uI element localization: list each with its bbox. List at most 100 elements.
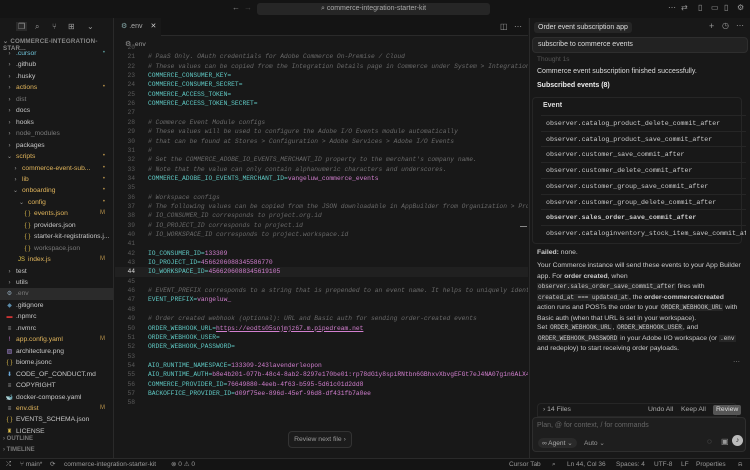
review-button[interactable]: Review bbox=[713, 405, 742, 415]
tree-item[interactable]: ▬ .npmrc bbox=[0, 311, 113, 322]
line-number: 50 bbox=[127, 324, 135, 332]
files-toggle[interactable]: › 14 Files bbox=[543, 404, 571, 416]
text-run: order created bbox=[564, 272, 608, 280]
tree-item[interactable]: ◆ .gitignore bbox=[0, 300, 113, 311]
chevron-down-icon[interactable]: ⌄ bbox=[87, 22, 94, 31]
tab-env[interactable]: ⚙ .env ✕ bbox=[115, 18, 161, 36]
chat-title[interactable]: Order event subscription app bbox=[534, 22, 632, 33]
encoding[interactable]: UTF-8 bbox=[654, 459, 672, 470]
tree-item[interactable]: › hooks bbox=[0, 117, 113, 128]
outline-section[interactable]: › OUTLINE bbox=[3, 436, 33, 442]
tree-item[interactable]: ≡ .nvmrc bbox=[0, 323, 113, 334]
tree-item[interactable]: ! app.config.yaml M bbox=[0, 334, 113, 345]
text-run: order-commerce/created bbox=[644, 293, 724, 301]
microphone-icon[interactable]: ♪ bbox=[732, 435, 743, 446]
tree-item[interactable]: { } providers.json bbox=[0, 220, 113, 231]
code-line: 38 # IO_CONSUMER_ID corresponds to projec… bbox=[115, 211, 528, 220]
tree-item[interactable]: ≡ env.dist M bbox=[0, 403, 113, 414]
zoom-icon[interactable]: ⌕ bbox=[552, 459, 556, 470]
tree-item[interactable]: ⌄ onboarding • bbox=[0, 185, 113, 196]
message-more-icon[interactable]: ⋯ bbox=[733, 358, 740, 366]
tree-item[interactable]: ⌄ scripts • bbox=[0, 151, 113, 162]
tree-item[interactable]: › test bbox=[0, 266, 113, 277]
tree-item[interactable]: › packages bbox=[0, 140, 113, 151]
cursor-tab-status[interactable]: Cursor Tab bbox=[509, 459, 541, 470]
plus-icon[interactable]: + bbox=[709, 21, 714, 31]
sync-icon[interactable]: ⟳ bbox=[50, 459, 55, 470]
notifications-icon[interactable]: ⍾ bbox=[738, 459, 742, 470]
tree-item[interactable]: 🐋 docker-compose.yaml bbox=[0, 392, 113, 403]
search-icon[interactable]: ⌕ bbox=[35, 22, 39, 32]
split-editor-icon[interactable]: ◫ bbox=[500, 22, 508, 31]
review-next-file-button[interactable]: Review next file › bbox=[288, 431, 352, 448]
tree-item[interactable]: JS index.js M bbox=[0, 254, 113, 265]
comment: # that can be found at Stores > Configur… bbox=[148, 137, 455, 145]
command-search[interactable]: ⌕ commerce-integration-starter-kit bbox=[257, 3, 490, 15]
settings-gear-icon[interactable]: ⚙ bbox=[737, 3, 744, 12]
toggle-secondary-sidebar-icon[interactable]: ▯ bbox=[724, 3, 728, 12]
tree-item[interactable]: › docs bbox=[0, 105, 113, 116]
code-line: 29 # These values will be used to configu… bbox=[115, 127, 528, 136]
project-name[interactable]: commerce-integration-starter-kit bbox=[64, 459, 156, 470]
tree-item[interactable]: › dist bbox=[0, 94, 113, 105]
tree-item[interactable]: { } workspace.json bbox=[0, 243, 113, 254]
thought-label[interactable]: Thought 1s bbox=[537, 56, 570, 63]
extensions-icon[interactable]: ⊞ bbox=[68, 22, 75, 31]
tree-item[interactable]: { } biome.jsonc bbox=[0, 357, 113, 368]
tree-item[interactable]: { } starter-kit-registrations.j... bbox=[0, 231, 113, 242]
code-line: 57 BACKOFFICE_PROVIDER_ID=d09f75ee-896d-4… bbox=[115, 389, 528, 398]
user-prompt[interactable]: subscribe to commerce events bbox=[532, 37, 748, 53]
toggle-sidebar-icon[interactable]: ▯ bbox=[698, 3, 702, 12]
image-icon[interactable]: ▣ bbox=[721, 437, 729, 446]
tree-item[interactable]: › .github bbox=[0, 59, 113, 70]
more-actions-icon[interactable]: ⋯ bbox=[514, 22, 522, 31]
history-icon[interactable]: ◷ bbox=[722, 21, 729, 30]
url-link[interactable]: https://eodts05snjmjz67.m.pipedream.net bbox=[216, 325, 363, 332]
tree-item[interactable]: › node_modules bbox=[0, 128, 113, 139]
tree-item[interactable]: › utils bbox=[0, 277, 113, 288]
line-number: 43 bbox=[127, 259, 135, 267]
tree-item[interactable]: › lib • bbox=[0, 174, 113, 185]
indentation[interactable]: Spaces: 4 bbox=[616, 459, 645, 470]
tree-item[interactable]: › commerce-event-sub... • bbox=[0, 163, 113, 174]
scrollbar-marker[interactable] bbox=[520, 226, 527, 227]
more-icon[interactable]: ⋯ bbox=[668, 3, 676, 12]
timeline-section[interactable]: › TIMELINE bbox=[3, 447, 35, 453]
tree-item[interactable]: { } EVENTS_SCHEMA.json bbox=[0, 414, 113, 425]
more-icon[interactable]: ⋯ bbox=[736, 21, 744, 30]
line-ending[interactable]: LF bbox=[681, 459, 689, 470]
tree-item[interactable]: › actions • bbox=[0, 82, 113, 93]
keep-all-button[interactable]: Keep All bbox=[681, 404, 706, 416]
cursor-position[interactable]: Ln 44, Col 36 bbox=[567, 459, 606, 470]
branch-indicator[interactable]: ⑂ main* bbox=[20, 459, 42, 470]
back-arrow-icon[interactable]: ← bbox=[232, 3, 240, 12]
undo-all-button[interactable]: Undo All bbox=[648, 404, 673, 416]
toggle-panel-icon[interactable]: ▭ bbox=[711, 3, 719, 12]
chat-input[interactable]: Plan, @ for context, / for commands bbox=[537, 422, 649, 429]
text-run: and redeploy) to start receiving order p… bbox=[537, 345, 680, 353]
tree-item[interactable]: { } events.json M bbox=[0, 208, 113, 219]
line-number: 35 bbox=[127, 184, 135, 192]
code-line: 46 # EVENT_PREFIX corresponds to a string… bbox=[115, 286, 528, 295]
source-control-icon[interactable]: ⑂ bbox=[52, 22, 57, 31]
tree-item[interactable]: ⌄ config • bbox=[0, 197, 113, 208]
tree-item[interactable]: ▨ architecture.png bbox=[0, 346, 113, 357]
tree-item[interactable]: › .cursor • bbox=[0, 48, 113, 59]
model-label: Auto bbox=[584, 440, 598, 447]
model-dropdown[interactable]: Auto ⌄ bbox=[584, 439, 605, 447]
tree-item-label: .github bbox=[16, 61, 37, 69]
agent-mode-dropdown[interactable]: ∞ Agent ⌄ bbox=[538, 438, 577, 448]
tree-item[interactable]: ⚙ .env bbox=[0, 288, 113, 300]
tree-item[interactable]: ≡ COPYRIGHT bbox=[0, 380, 113, 391]
modified-badge: • bbox=[102, 84, 105, 91]
line-number: 21 bbox=[127, 53, 135, 61]
close-icon[interactable]: ✕ bbox=[150, 23, 156, 30]
swap-icon[interactable]: ⇄ bbox=[681, 3, 688, 12]
explorer-icon[interactable]: ❐ bbox=[16, 22, 28, 31]
tree-item[interactable]: › .husky bbox=[0, 71, 113, 82]
language-mode[interactable]: Properties bbox=[696, 459, 726, 470]
tree-item[interactable]: ⬇ CODE_OF_CONDUCT.md bbox=[0, 369, 113, 380]
forward-arrow-icon[interactable]: → bbox=[244, 3, 252, 12]
problems-indicator[interactable]: ⊗ 0 ⚠ 0 bbox=[171, 459, 195, 470]
remote-icon[interactable]: ⤮ bbox=[6, 459, 11, 470]
